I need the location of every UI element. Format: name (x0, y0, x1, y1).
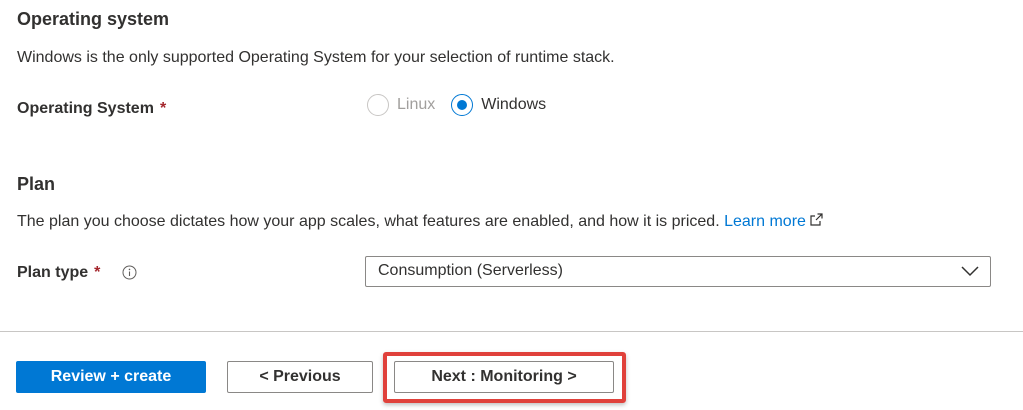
plan-type-label-text: Plan type (17, 264, 89, 281)
radio-windows[interactable]: Windows (451, 94, 546, 116)
footer-divider (0, 331, 1023, 332)
external-link-icon (810, 213, 823, 226)
next-monitoring-button[interactable]: Next : Monitoring > (394, 361, 614, 393)
review-create-button[interactable]: Review + create (16, 361, 206, 393)
os-field-label: Operating System * (17, 100, 166, 118)
learn-more-link[interactable]: Learn more (724, 213, 823, 230)
plan-type-label: Plan type * (17, 264, 100, 282)
radio-linux-label: Linux (397, 96, 436, 113)
chevron-down-icon (961, 266, 979, 277)
radio-windows-label: Windows (481, 96, 547, 113)
previous-button[interactable]: < Previous (227, 361, 373, 393)
radio-windows-circle[interactable] (451, 94, 474, 116)
plan-section-description: The plan you choose dictates how your ap… (17, 213, 720, 230)
create-function-app-form: Operating system Windows is the only sup… (0, 0, 1023, 410)
os-radio-group: Linux Windows (367, 92, 546, 118)
learn-more-label: Learn more (724, 213, 806, 230)
os-field-label-text: Operating System (17, 100, 154, 117)
plan-section-description-line: The plan you choose dictates how your ap… (17, 213, 823, 231)
radio-linux-circle[interactable] (367, 94, 389, 116)
required-marker: * (159, 100, 167, 117)
plan-section-title: Plan (17, 174, 56, 194)
info-icon[interactable] (122, 265, 137, 280)
plan-type-dropdown[interactable]: Consumption (Serverless) (365, 256, 991, 287)
plan-type-selected-value: Consumption (Serverless) (378, 262, 563, 279)
required-marker: * (94, 264, 101, 281)
radio-linux[interactable]: Linux (367, 94, 435, 116)
os-section-title: Operating system (17, 9, 170, 29)
os-section-description: Windows is the only supported Operating … (17, 49, 615, 66)
